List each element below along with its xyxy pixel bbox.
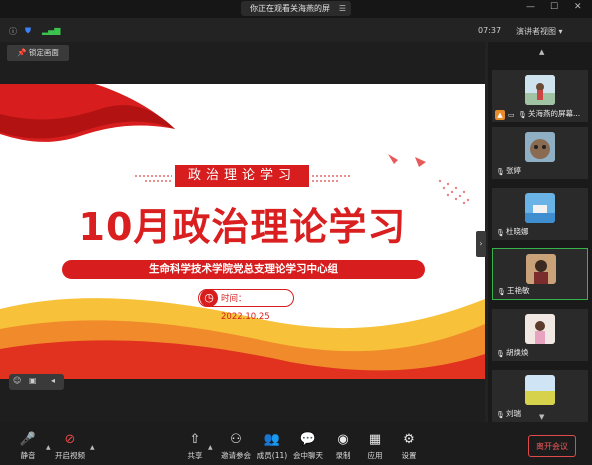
invite-button[interactable]: ⚇ 邀请参会 — [216, 432, 256, 461]
share-options-caret[interactable]: ▲ — [208, 444, 213, 451]
dove-1 — [388, 154, 398, 164]
lock-screen-button[interactable]: 📌 锁定画面 — [7, 45, 69, 61]
participant-name: 杜晓娜 — [506, 227, 529, 236]
maximize-icon[interactable]: ☐ — [550, 2, 558, 12]
pin-icon: 📌 — [17, 48, 27, 57]
mute-button[interactable]: 🎤 静音 — [8, 432, 48, 461]
avatar — [525, 375, 555, 405]
minimize-icon[interactable]: — — [526, 2, 535, 12]
avatar — [525, 75, 555, 105]
participant-name: 刘瑞 — [506, 409, 521, 418]
mic-icon: 🎙 — [518, 111, 527, 119]
members-button[interactable]: 👥 成员(11) — [252, 432, 292, 461]
add-user-icon: ⚇ — [230, 432, 242, 447]
avatar — [525, 314, 555, 344]
dove-2 — [415, 157, 426, 167]
leave-meeting-button[interactable]: 离开会议 — [528, 435, 576, 457]
meeting-clock: 07:37 — [478, 26, 502, 35]
lock-screen-label: 锁定画面 — [28, 48, 59, 57]
mic-icon: 🎙 — [496, 411, 505, 419]
sharing-status-pill[interactable]: 你正在观看关海燕的屏幕 ☰ — [241, 1, 351, 28]
avatar — [526, 254, 556, 284]
presenter-icon: ▲ — [495, 110, 505, 120]
slide-organization: 生命科学技术学院党总支理论学习中心组 — [62, 260, 425, 279]
participant-tile[interactable]: ▲ ▭ 🎙 关海燕的屏幕... — [492, 70, 588, 122]
participant-tile[interactable]: 🎙 杜晓娜 — [492, 188, 588, 240]
chat-bubble-icon[interactable]: ▣ — [29, 376, 37, 385]
info-icon[interactable]: ⓘ — [9, 26, 17, 37]
chat-icon: 💬 — [299, 432, 317, 447]
mic-icon: 🎙 — [497, 288, 506, 296]
gear-icon: ⚙ — [403, 432, 415, 447]
participant-name: 王艳敏 — [507, 286, 530, 295]
participant-name: 胡焕焕 — [506, 348, 529, 357]
scroll-down-icon[interactable]: ▼ — [539, 413, 544, 421]
presentation-slide: 政治理论学习 10月政治理论学习 生命科学技术学院党总支理论学习中心组 时间：2… — [0, 84, 485, 379]
collapse-panel-handle[interactable]: › — [476, 231, 486, 257]
close-icon[interactable]: ✕ — [574, 2, 582, 12]
emoji-icon[interactable]: ☺ — [13, 376, 21, 385]
screen-icon: ▭ — [508, 111, 515, 119]
mic-icon: 🎙 — [496, 350, 505, 358]
annotation-toolbar[interactable]: ☺ ▣ ◂ — [9, 374, 64, 390]
chevron-left-icon[interactable]: ◂ — [51, 376, 55, 385]
view-mode-dropdown[interactable]: 演讲者视图 ▾ — [516, 26, 563, 37]
video-options-caret[interactable]: ▲ — [90, 444, 95, 451]
status-bar — [0, 18, 592, 42]
participant-name: 关海燕的屏幕... — [528, 109, 581, 118]
mic-icon: 🎙 — [496, 229, 505, 237]
clock-icon: ◷ — [200, 289, 218, 307]
participant-name: 张婷 — [506, 166, 521, 175]
avatar — [525, 193, 555, 223]
shield-icon[interactable]: ⛊ — [25, 26, 31, 36]
microphone-icon: 🎤 — [19, 432, 37, 447]
settings-button[interactable]: ⚙ 设置 — [389, 432, 429, 461]
avatar — [525, 132, 555, 162]
signal-icon[interactable]: ▂▄▆ — [42, 26, 60, 35]
participant-tile[interactable]: 🎙 张婷 — [492, 127, 588, 179]
menu-icon[interactable]: ☰ — [339, 1, 346, 16]
chat-button[interactable]: 💬 会中聊天 — [288, 432, 328, 461]
members-icon: 👥 — [263, 432, 281, 447]
mic-icon: 🎙 — [496, 168, 505, 176]
participant-tile[interactable]: 🎙 胡焕焕 — [492, 309, 588, 361]
slide-subtitle: 政治理论学习 — [175, 165, 309, 187]
slide-title: 10月政治理论学习 — [78, 205, 407, 249]
camera-off-icon: ⊘ — [64, 432, 76, 447]
participant-tile-active[interactable]: 🎙 王艳敏 — [492, 248, 588, 300]
scroll-up-icon[interactable]: ▲ — [539, 48, 544, 56]
start-video-button[interactable]: ⊘ 开启视频 — [50, 432, 90, 461]
